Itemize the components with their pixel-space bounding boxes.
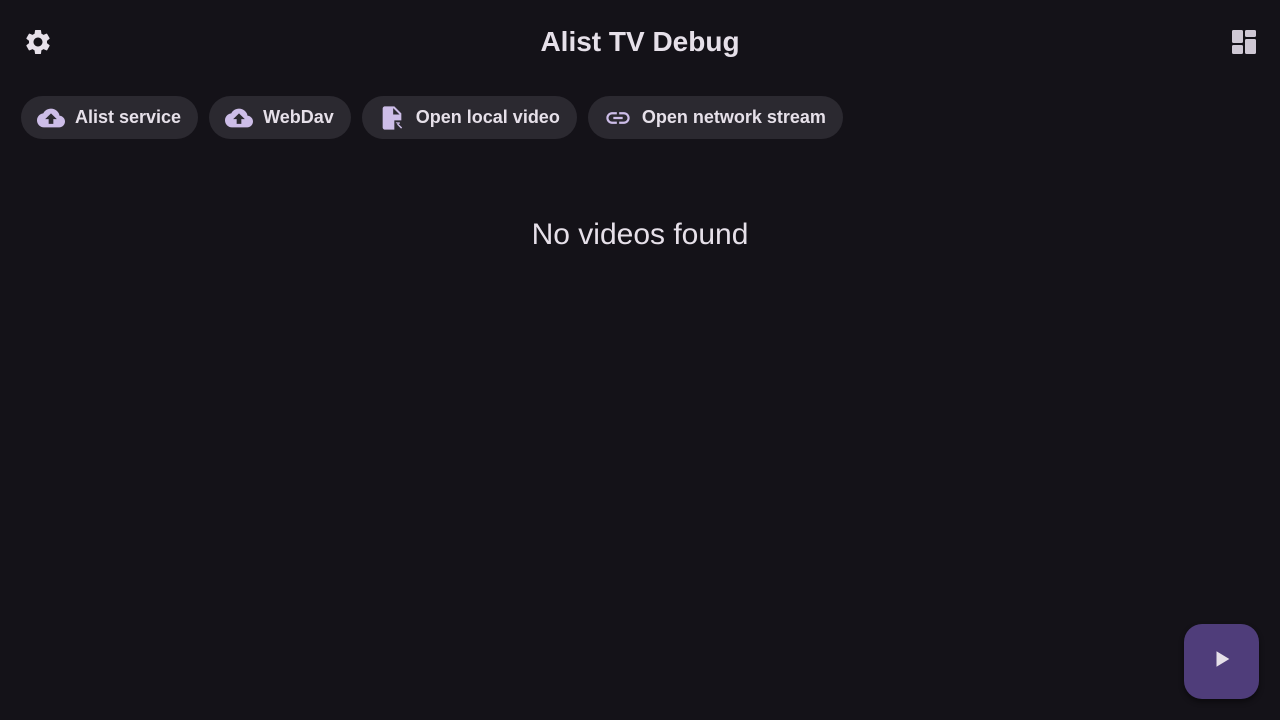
cloud-upload-icon [37,104,65,132]
chip-label: Alist service [75,107,182,127]
chip-open-local-video[interactable]: Open local video [361,96,577,139]
layout-toggle-button[interactable] [1220,18,1268,66]
page-title: Alist TV Debug [540,26,740,57]
file-open-icon [378,104,406,132]
link-icon [604,104,632,132]
cloud-upload-icon [225,104,254,132]
play-fab-button[interactable] [1184,624,1259,699]
source-chips: Alist service WebDav Open local video Op… [21,96,843,139]
chip-open-network-stream[interactable]: Open network stream [587,96,843,139]
empty-state-message: No videos found [531,218,749,251]
chip-label: WebDav [263,107,334,127]
chip-webdav[interactable]: WebDav [209,96,351,139]
chip-label: Open network stream [641,107,826,127]
chip-label: Open local video [415,107,560,127]
app-root: Alist TV Debug Alist service WebDav Open… [0,0,1280,720]
dashboard-icon [1231,29,1257,55]
top-app-bar: Alist TV Debug [0,0,1280,84]
play-icon [1211,648,1233,675]
chip-alist-service[interactable]: Alist service [21,96,199,139]
